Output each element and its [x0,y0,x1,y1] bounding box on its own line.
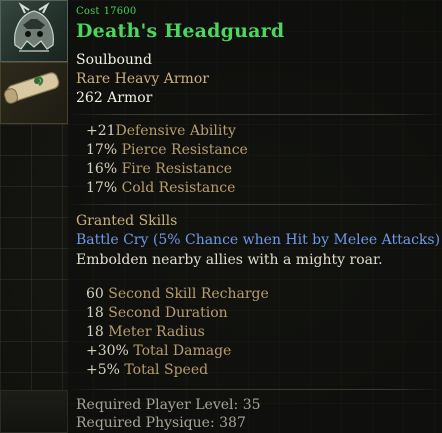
skill-stat-line: 18 Second Duration [86,305,228,321]
blueprint-icon-slot[interactable] [0,62,68,124]
item-binding: Soulbound [76,52,152,68]
divider [68,114,442,115]
granted-skill-description: Embolden nearby allies with a mighty roa… [76,252,383,268]
stat-line: 16% Fire Resistance [86,161,232,177]
stat-line: 17% Cold Resistance [86,180,236,196]
item-tooltip: Cost 17600 Death's Headguard Soulbound Ra… [68,0,442,433]
requirement-line: Required Physique: 387 [76,415,246,431]
helmet-icon [14,2,54,52]
granted-skill-name: Battle Cry (5% Chance when Hit by Melee … [76,232,441,248]
skill-stat-line: +30% Total Damage [86,343,232,359]
skill-stat-line: +5% Total Speed [86,362,209,378]
item-rarity-type: Rare Heavy Armor [76,71,209,87]
skill-stat-line: 60 Second Skill Recharge [86,286,269,302]
skill-stat-line: 18 Meter Radius [86,324,205,340]
granted-skills-header: Granted Skills [76,213,178,229]
divider [68,204,442,205]
stat-line: 17% Pierce Resistance [86,142,248,158]
item-armor-value: 262 Armor [76,90,153,106]
stat-line: +21Defensive Ability [86,123,236,139]
item-name: Death's Headguard [76,20,285,42]
item-icon-slot[interactable] [0,0,68,62]
inventory-slot[interactable] [0,390,68,433]
divider [68,389,442,390]
item-cost: Cost 17600 [76,6,137,17]
requirement-line: Required Player Level: 35 [76,397,261,413]
scroll-icon [3,72,60,104]
